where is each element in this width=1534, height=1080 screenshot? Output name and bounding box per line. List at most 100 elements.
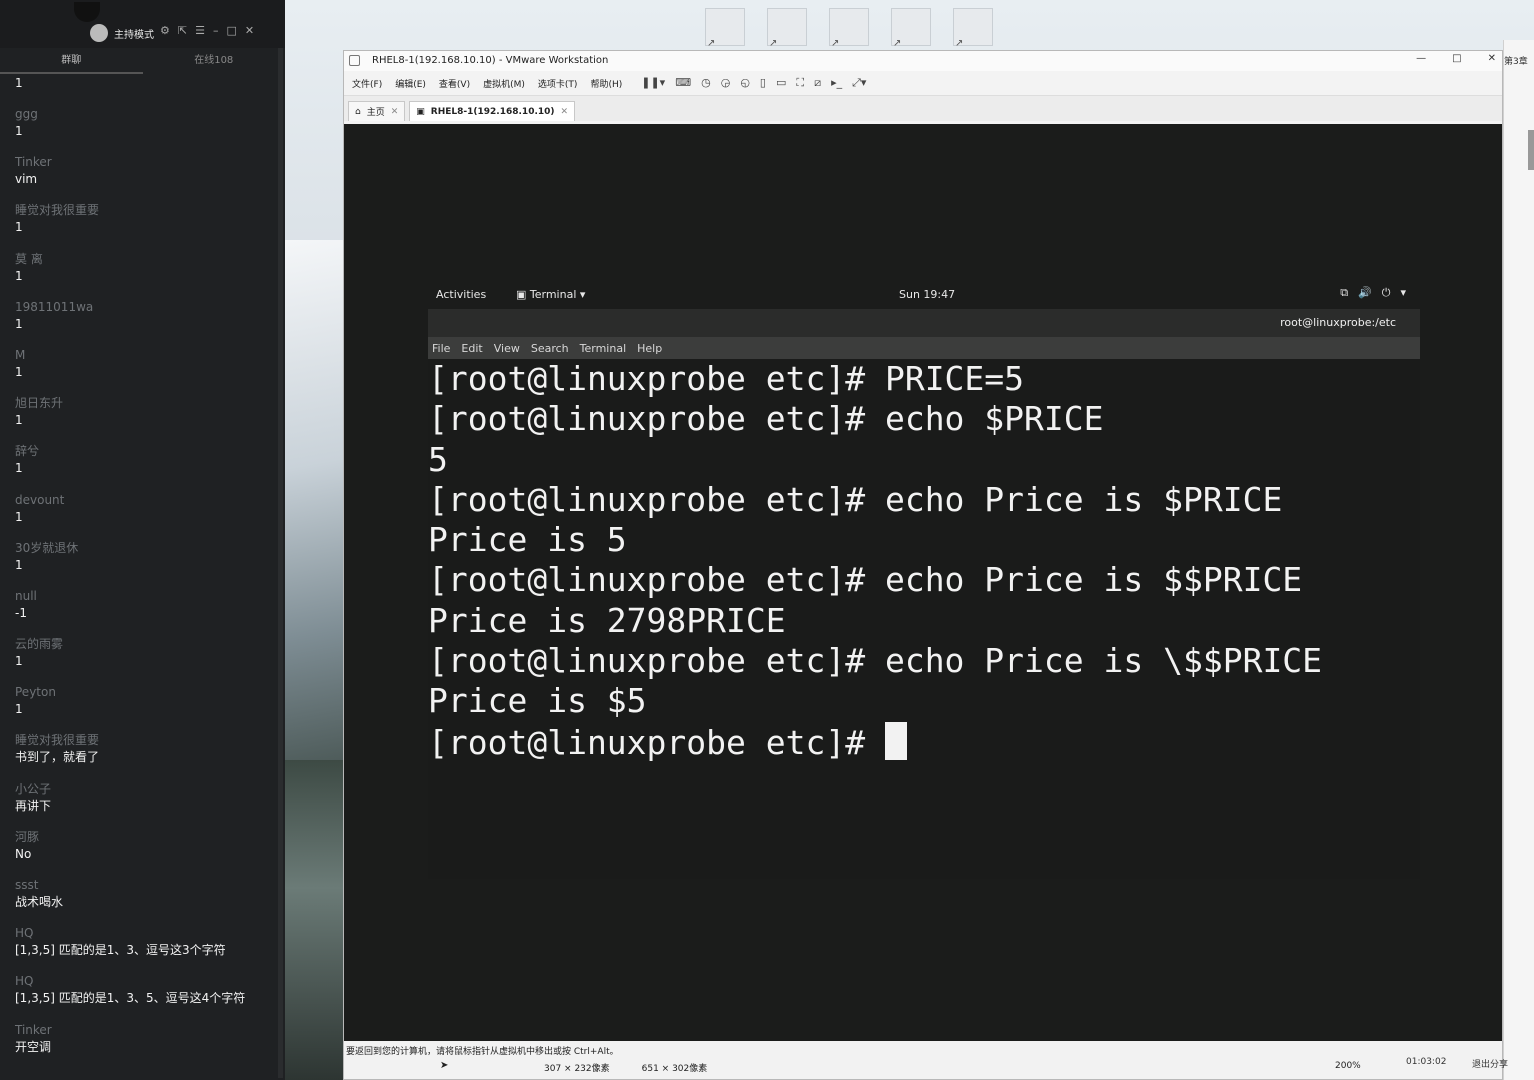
vm-icon: ▣ — [416, 106, 425, 117]
chat-username: devount — [15, 492, 65, 507]
console-icon[interactable]: ▸_ — [831, 76, 842, 90]
volume-icon: 🔊 — [1358, 286, 1372, 299]
chat-text: 1 — [15, 654, 23, 669]
chat-scrollbar[interactable] — [278, 48, 283, 1078]
desktop-shortcut-icon[interactable] — [953, 8, 993, 49]
chat-message: 19811011wa 1 — [15, 299, 277, 347]
snapshot-revert-icon[interactable]: ◶ — [721, 76, 731, 90]
terminal-line: [root@linuxprobe etc]# echo Price is \$$… — [428, 641, 1323, 681]
desktop-shortcut-icon[interactable] — [705, 8, 745, 49]
tab-vm[interactable]: ▣ RHEL8-1(192.168.10.10) ✕ — [409, 101, 576, 121]
host-mode-label: 主持模式 — [90, 24, 154, 42]
thumbnail-icon[interactable]: ▭ — [776, 76, 786, 90]
snapshot-icon[interactable]: ◷ — [701, 76, 711, 90]
chat-text: 1 — [15, 461, 23, 476]
minimize-icon[interactable]: – — [213, 24, 219, 37]
chat-message: 小公子 再讲下 — [15, 781, 277, 829]
host-mode-text: 主持模式 — [114, 29, 154, 41]
terminal-menu-edit[interactable]: Edit — [461, 342, 482, 355]
terminal-menu-file[interactable]: File — [432, 342, 450, 355]
menu-view[interactable]: 查看(V) — [439, 77, 470, 90]
maximize-button[interactable]: □ — [1452, 53, 1461, 64]
chat-text: 1 — [15, 124, 23, 138]
chat-username: 19811011wa — [15, 299, 94, 314]
settings-icon[interactable]: ⚙ — [160, 24, 170, 37]
sidebar-icon[interactable]: ▯ — [760, 76, 766, 90]
tab-home-label: 主页 — [366, 108, 385, 118]
gnome-top-bar: Activities ▣ Terminal ▾ Sun 19:47 ⧉ 🔊 ⏻ … — [428, 281, 1420, 309]
selection-size-1: 307 × 232像素 — [544, 1064, 610, 1074]
chat-username: ssst — [15, 878, 39, 892]
terminal-line: Price is 2798PRICE — [428, 600, 786, 640]
chat-message: 莫 离 1 — [15, 251, 277, 299]
chat-text: No — [15, 846, 32, 861]
popout-icon[interactable]: ⇱ — [178, 24, 187, 37]
tab-close-icon[interactable]: ✕ — [391, 107, 399, 117]
terminal-menu-search[interactable]: Search — [531, 342, 569, 355]
terminal-output[interactable]: [root@linuxprobe etc]# PRICE=5 [root@linu… — [428, 359, 1420, 879]
close-button[interactable]: ✕ — [1488, 53, 1496, 64]
desktop-shortcut-icon[interactable] — [829, 8, 869, 49]
chat-username: Peyton — [15, 685, 56, 700]
activities-button[interactable]: Activities — [436, 288, 486, 301]
wallpaper-trees — [285, 760, 345, 1080]
chat-username: 河豚 — [15, 829, 40, 844]
chat-username: 旭日东升 — [15, 396, 64, 411]
chat-message: Peyton 1 — [15, 684, 277, 732]
tab-group-chat[interactable]: 群聊 — [0, 52, 143, 74]
terminal-menu-help[interactable]: Help — [637, 342, 662, 355]
terminal-app-menu[interactable]: ▣ Terminal ▾ — [516, 288, 585, 301]
unity-icon[interactable]: ⧄ — [814, 76, 821, 90]
minimize-button[interactable]: — — [1416, 53, 1426, 64]
snapshot-manager-icon[interactable]: ◵ — [740, 76, 750, 90]
terminal-window: root@linuxprobe:/etc File Edit View Sear… — [428, 309, 1420, 879]
chat-message: ssst 战术喝水 — [15, 877, 277, 925]
terminal-line: Price is $5 — [428, 681, 647, 721]
menu-edit[interactable]: 编辑(E) — [395, 77, 426, 90]
vmware-menu-bar: 文件(F) 编辑(E) 查看(V) 虚拟机(M) 选项卡(T) 帮助(H) ❚❚… — [344, 71, 1502, 95]
terminal-header[interactable]: root@linuxprobe:/etc — [428, 309, 1420, 337]
chat-text: 1 — [15, 220, 23, 235]
vm-console[interactable]: Activities ▣ Terminal ▾ Sun 19:47 ⧉ 🔊 ⏻ … — [344, 124, 1502, 1042]
chat-text: 1 — [15, 509, 23, 524]
chat-message: devount 1 — [15, 492, 277, 540]
system-tray[interactable]: ⧉ 🔊 ⏻ ▾ — [1340, 286, 1406, 300]
chat-text: 1 — [15, 702, 23, 717]
menu-file[interactable]: 文件(F) — [352, 77, 382, 90]
desktop-shortcut-icon[interactable] — [891, 8, 931, 49]
tab-home[interactable]: ⌂ 主页 ✕ — [348, 101, 406, 121]
menu-vm[interactable]: 虚拟机(M) — [483, 77, 525, 90]
menu-tabs[interactable]: 选项卡(T) — [538, 77, 578, 90]
tab-online[interactable]: 在线108 — [143, 52, 286, 74]
send-keys-icon[interactable]: ⌨ — [675, 76, 691, 90]
pause-icon[interactable]: ❚❚▾ — [641, 76, 665, 90]
vmware-title-bar[interactable]: RHEL8-1(192.168.10.10) - VMware Workstat… — [344, 51, 1502, 71]
chat-username: 莫 离 — [15, 251, 43, 266]
terminal-line: [root@linuxprobe etc]# PRICE=5 — [428, 359, 1025, 398]
chat-text: 开空调 — [15, 1039, 52, 1054]
chat-text: 1 — [15, 413, 23, 428]
exit-share-button[interactable]: 退出分享 — [1472, 1057, 1508, 1070]
tab-close-icon[interactable]: ✕ — [561, 107, 569, 117]
desktop-shortcut-icon[interactable] — [767, 8, 807, 49]
chat-text: 1 — [15, 364, 23, 379]
side-scrollbar[interactable] — [1528, 130, 1534, 170]
terminal-line: 5 — [428, 439, 448, 479]
stretch-icon[interactable]: ⤢▾ — [852, 76, 866, 90]
clock[interactable]: Sun 19:47 — [899, 288, 955, 301]
close-icon[interactable]: ✕ — [245, 24, 254, 37]
vmware-window: RHEL8-1(192.168.10.10) - VMware Workstat… — [343, 50, 1503, 1080]
chat-text: [1,3,5] 匹配的是1、3、逗号这3个字符 — [15, 943, 226, 958]
chat-username: HQ — [15, 974, 34, 989]
chat-message: HQ [1,3,5] 匹配的是1、3、逗号这3个字符 — [15, 925, 277, 973]
fullscreen-icon[interactable]: ⛶ — [796, 76, 804, 90]
terminal-menu-view[interactable]: View — [494, 342, 520, 355]
terminal-menu-terminal[interactable]: Terminal — [580, 342, 627, 355]
menu-help[interactable]: 帮助(H) — [590, 77, 622, 90]
chat-text: 1 — [15, 557, 23, 572]
chapter-label: 第3章 — [1504, 57, 1528, 67]
chat-message-list: 1 ggg 1 Tinker vim 睡觉对我很重要 1 莫 离 1 19811011wa 1 M 1 旭… — [15, 76, 277, 1070]
menu-icon[interactable]: ☰ — [195, 24, 205, 37]
maximize-icon[interactable]: □ — [226, 24, 236, 37]
chat-username: Tinker — [15, 155, 52, 170]
